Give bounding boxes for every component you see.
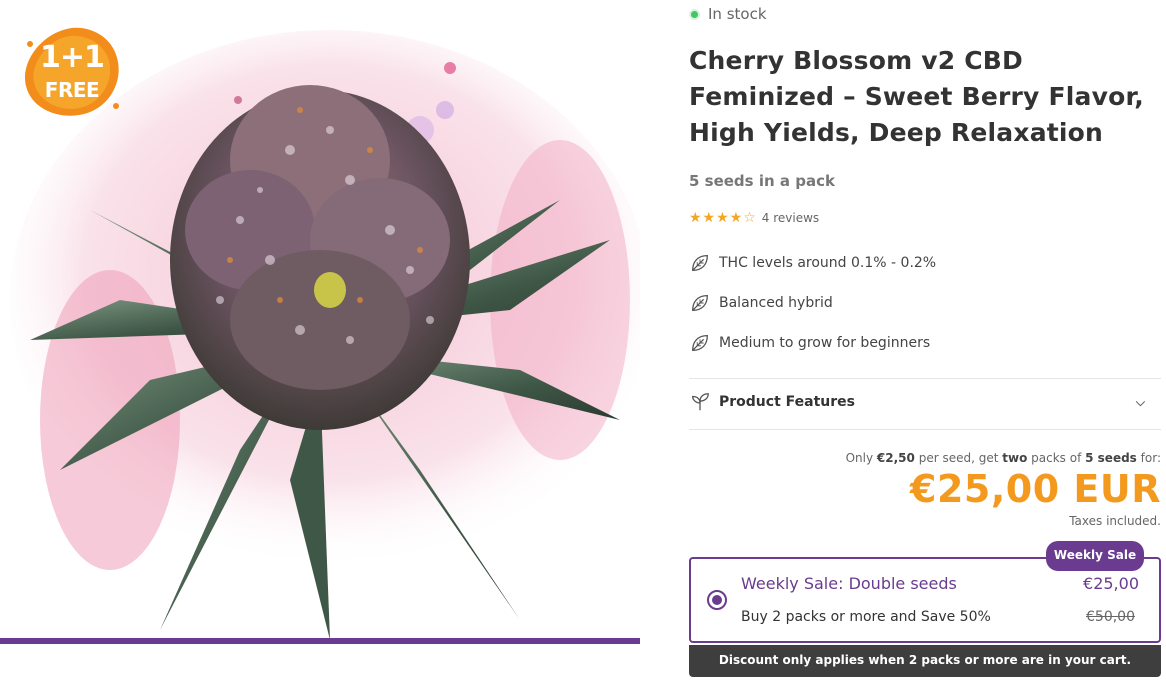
leaf-icon bbox=[692, 295, 708, 311]
sprout-icon bbox=[692, 393, 709, 411]
offer-old-price: €50,00 bbox=[1086, 609, 1135, 625]
stock-status: In stock bbox=[689, 5, 767, 23]
in-stock-dot-icon bbox=[689, 8, 700, 20]
discount-note: Discount only applies when 2 packs or mo… bbox=[689, 645, 1161, 677]
product-features-label: Product Features bbox=[719, 394, 855, 410]
offer-price: €25,00 bbox=[1083, 574, 1139, 593]
image-underline bbox=[0, 638, 640, 644]
packs-count: two bbox=[1002, 451, 1028, 465]
review-count[interactable]: 4 reviews bbox=[762, 211, 819, 225]
rating[interactable]: ★★★★☆ 4 reviews bbox=[689, 210, 819, 226]
per-seed-mid: per seed, get bbox=[918, 451, 999, 465]
chevron-down-icon[interactable]: ⌵ bbox=[1136, 395, 1145, 410]
divider bbox=[689, 378, 1161, 379]
feature-label: Medium to grow for beginners bbox=[719, 335, 931, 351]
promo-badge: 1+1 FREE bbox=[22, 24, 122, 120]
per-seed-suffix: for: bbox=[1140, 451, 1161, 465]
badge-line-2: FREE bbox=[44, 78, 100, 102]
offer-description: Buy 2 packs or more and Save 50% bbox=[741, 609, 991, 625]
feature-item: Medium to grow for beginners bbox=[689, 332, 930, 354]
feature-label: Balanced hybrid bbox=[719, 295, 833, 311]
offer-name: Weekly Sale: Double seeds bbox=[741, 574, 957, 593]
stock-label: In stock bbox=[708, 5, 767, 23]
product-features-accordion[interactable]: Product Features ⌵ bbox=[689, 391, 1161, 413]
feature-item: Balanced hybrid bbox=[689, 292, 833, 314]
per-seed-note: Only €2,50 per seed, get two packs of 5 … bbox=[846, 451, 1161, 465]
product-price: €25,00 EUR bbox=[910, 467, 1161, 511]
tax-note: Taxes included. bbox=[1069, 514, 1161, 528]
badge-line-1: 1+1 bbox=[40, 40, 105, 75]
per-seed-price: €2,50 bbox=[876, 451, 915, 465]
product-title: Cherry Blossom v2 CBD Feminized – Sweet … bbox=[689, 46, 1144, 147]
pack-info: 5 seeds in a pack bbox=[689, 172, 835, 190]
offer-radio[interactable] bbox=[707, 590, 727, 610]
feature-item: THC levels around 0.1% - 0.2% bbox=[689, 252, 936, 274]
weekly-sale-tag: Weekly Sale bbox=[1046, 541, 1144, 571]
product-image[interactable]: 1+1 FREE bbox=[0, 0, 640, 646]
packs-of: packs of bbox=[1031, 451, 1082, 465]
leaf-icon bbox=[692, 335, 708, 351]
seeds-count: 5 seeds bbox=[1085, 451, 1137, 465]
feature-label: THC levels around 0.1% - 0.2% bbox=[719, 255, 937, 271]
divider bbox=[689, 429, 1161, 430]
per-seed-prefix: Only bbox=[845, 451, 874, 465]
leaf-icon bbox=[692, 255, 708, 271]
rating-stars-icon: ★★★★☆ bbox=[689, 210, 757, 226]
